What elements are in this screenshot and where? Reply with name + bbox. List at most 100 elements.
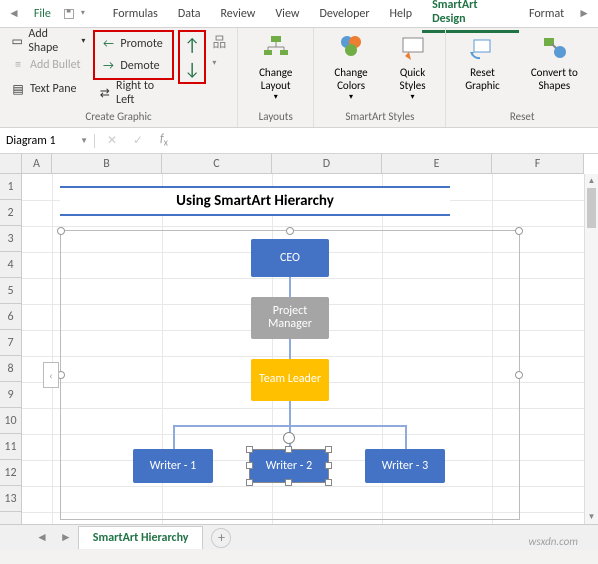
group-create-graphic: Create Graphic (6, 108, 231, 125)
status-bar (0, 550, 598, 564)
col-header-e[interactable]: E (382, 154, 492, 173)
move-up-icon[interactable]: ↑ (184, 34, 200, 56)
row-header[interactable]: 1 (0, 174, 21, 200)
watermark: wsxdn.com (529, 535, 578, 548)
node-ceo[interactable]: CEO (251, 239, 329, 277)
col-header-c[interactable]: C (162, 154, 272, 173)
resize-handle[interactable] (515, 227, 523, 235)
convert-to-shapes-button[interactable]: Convert to Shapes (517, 30, 592, 94)
name-box-value: Diagram 1 (6, 134, 56, 148)
resize-handle[interactable] (325, 462, 332, 469)
resize-handle[interactable] (325, 479, 332, 486)
tab-nav-left[interactable]: ◄ (4, 6, 24, 21)
col-header-a[interactable]: A (22, 154, 52, 173)
smartart-graphic[interactable]: ‹ CEO Project Manager Team Leader Writer… (60, 230, 520, 520)
resize-handle[interactable] (515, 371, 523, 379)
tab-nav-right[interactable]: ► (574, 6, 594, 21)
resize-handle[interactable] (246, 479, 253, 486)
reset-graphic-button[interactable]: Reset Graphic (452, 30, 512, 94)
col-header-f[interactable]: F (492, 154, 584, 173)
quick-styles-label: Quick Styles (392, 66, 434, 92)
tab-format[interactable]: Format (519, 3, 574, 25)
row-header[interactable]: 9 (0, 382, 21, 408)
vertical-scrollbar[interactable]: ▲ ▼ (584, 174, 598, 524)
resize-handle[interactable] (325, 446, 332, 453)
resize-handle[interactable] (285, 479, 292, 486)
node-project-manager[interactable]: Project Manager (251, 297, 329, 339)
tab-help[interactable]: Help (380, 3, 423, 25)
row-header[interactable]: 4 (0, 252, 21, 278)
add-sheet-button[interactable]: + (211, 528, 231, 548)
resize-handle[interactable] (246, 446, 253, 453)
fx-icon[interactable]: fx (155, 132, 173, 148)
row-header[interactable]: 12 (0, 460, 21, 486)
text-pane-button[interactable]: ▤ Text Pane (6, 78, 89, 100)
add-bullet-label: Add Bullet (30, 58, 81, 72)
resize-handle[interactable] (285, 446, 292, 453)
convert-icon (538, 32, 570, 64)
resize-handle[interactable] (286, 227, 294, 235)
row-header[interactable]: 11 (0, 434, 21, 460)
sheet-tab-active[interactable]: SmartArt Hierarchy (78, 526, 204, 549)
demote-button[interactable]: →Demote (96, 55, 171, 77)
tab-formulas[interactable]: Formulas (103, 3, 168, 25)
row-header[interactable]: 7 (0, 330, 21, 356)
text-pane-toggle[interactable]: ‹ (43, 362, 59, 388)
tab-review[interactable]: Review (210, 3, 265, 25)
add-shape-button[interactable]: ▭Add Shape▾ (6, 30, 89, 52)
resize-handle[interactable] (246, 462, 253, 469)
row-header[interactable]: 2 (0, 200, 21, 226)
tab-data[interactable]: Data (168, 3, 211, 25)
row-header[interactable]: 13 (0, 486, 21, 512)
row-header[interactable]: 5 (0, 278, 21, 304)
node-writer-2[interactable]: Writer - 2 ⟳ (249, 449, 329, 483)
node-writer-2-label: Writer - 2 (266, 459, 313, 473)
row-header[interactable]: 8 (0, 356, 21, 382)
tab-view[interactable]: View (265, 3, 309, 25)
tab-developer[interactable]: Developer (309, 3, 379, 25)
enter-formula-icon: ✓ (129, 133, 147, 148)
add-shape-label: Add Shape (28, 27, 75, 55)
right-to-left-button[interactable]: ⇄Right to Left (93, 82, 174, 104)
scroll-thumb[interactable] (587, 188, 596, 228)
rotate-handle[interactable]: ⟳ (283, 432, 295, 444)
layout-dropdown-icon[interactable]: 品▾ (212, 32, 229, 69)
qat-dropdown-icon[interactable]: ▾ (81, 8, 93, 20)
file-menu[interactable]: File (26, 3, 59, 25)
col-header-d[interactable]: D (272, 154, 382, 173)
name-box-dropdown-icon[interactable]: ▼ (80, 136, 88, 146)
change-colors-button[interactable]: Change Colors▾ (320, 30, 381, 104)
name-box[interactable]: Diagram 1 ▼ (0, 134, 95, 148)
group-smartart-styles: SmartArt Styles (320, 108, 439, 125)
rtl-label: Right to Left (116, 79, 170, 107)
add-bullet-button: ≡Add Bullet (6, 54, 89, 76)
demote-label: Demote (120, 59, 159, 73)
resize-handle[interactable] (57, 227, 65, 235)
page-title: Using SmartArt Hierarchy (60, 186, 450, 216)
text-pane-label: Text Pane (30, 82, 77, 96)
change-layout-icon (260, 32, 292, 64)
quick-styles-button[interactable]: Quick Styles▾ (386, 30, 440, 104)
promote-button[interactable]: ←Promote (96, 33, 171, 55)
row-header[interactable]: 3 (0, 226, 21, 252)
change-colors-icon (335, 32, 367, 64)
scroll-up-icon[interactable]: ▲ (585, 174, 598, 188)
rtl-icon: ⇄ (97, 85, 112, 101)
change-layout-button[interactable]: Change Layout▾ (244, 30, 307, 104)
text-pane-icon: ▤ (10, 81, 26, 97)
save-icon[interactable] (63, 8, 75, 20)
node-writer-1[interactable]: Writer - 1 (133, 449, 213, 483)
select-all-corner[interactable] (0, 154, 22, 174)
node-team-leader[interactable]: Team Leader (251, 359, 329, 401)
promote-label: Promote (120, 37, 162, 51)
scroll-down-icon[interactable]: ▼ (585, 510, 598, 524)
col-header-b[interactable]: B (52, 154, 162, 173)
cancel-formula-icon: ✕ (103, 133, 121, 148)
sheet-nav-prev[interactable]: ◄ (30, 530, 54, 545)
sheet-nav-next[interactable]: ► (54, 530, 78, 545)
connector (405, 425, 407, 449)
row-header[interactable]: 6 (0, 304, 21, 330)
row-header[interactable]: 10 (0, 408, 21, 434)
node-writer-3[interactable]: Writer - 3 (365, 449, 445, 483)
move-down-icon[interactable]: ↓ (184, 58, 200, 80)
